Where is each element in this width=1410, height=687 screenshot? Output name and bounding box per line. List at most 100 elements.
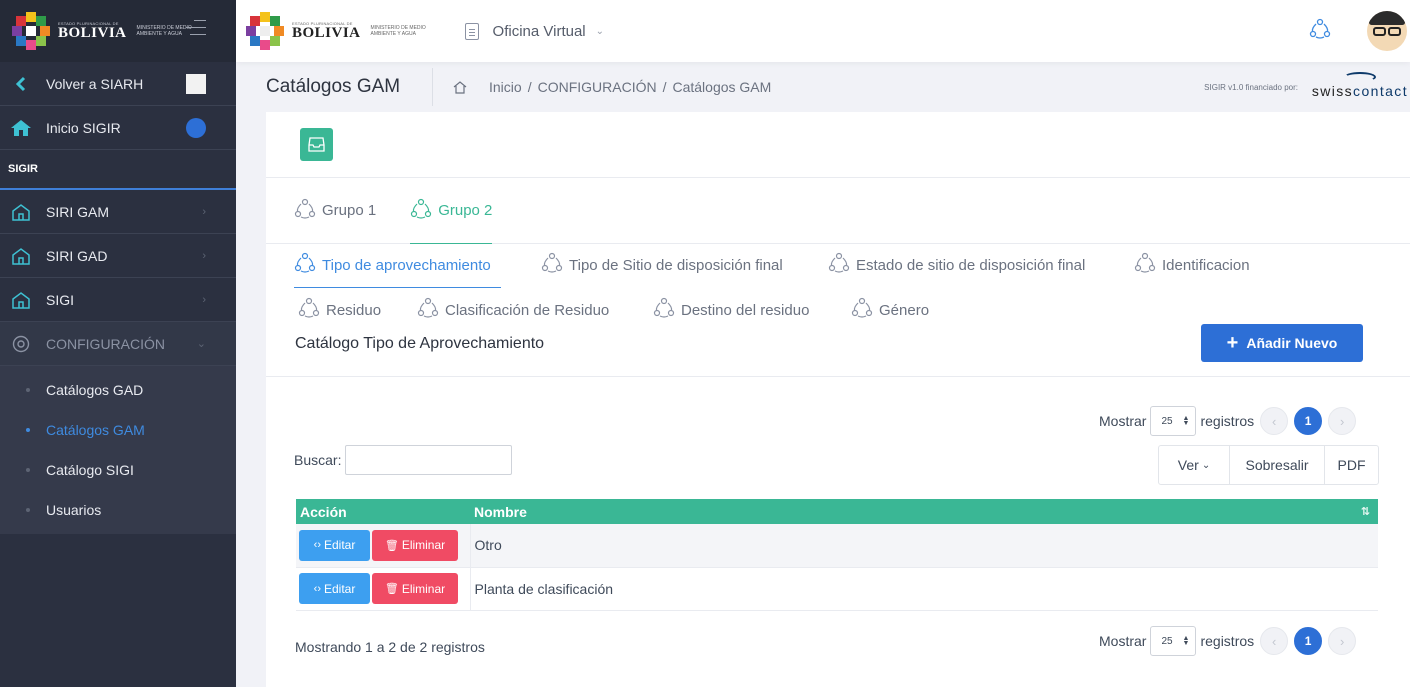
sidebar-item-label: SIRI GAD [46,247,108,264]
table-row: ‹› Editar 🗑 Eliminar Planta de clasificació… [296,567,1378,610]
sidebar-item-siri-gam[interactable]: SIRI GAM › [0,190,236,234]
sidebar-submenu: Catálogos GAD Catálogos GAM Catálogo SIG… [0,366,236,534]
divider [266,376,1410,377]
group-tabs: Grupo 1 Grupo 2 [266,178,1410,244]
breadcrumb-separator: / [662,79,667,95]
page-size-select[interactable]: 25 ▲ ▼ [1150,406,1197,436]
breadcrumb-inicio[interactable]: Inicio [489,79,522,95]
tab-grupo-2[interactable]: Grupo 2 [410,178,493,244]
subtab-destino-residuo[interactable]: Destino del residuo [653,297,810,323]
office-dropdown[interactable]: Oficina Virtual ⌄ [464,22,605,40]
share-icon [851,297,873,323]
sidebar-sub-usuarios[interactable]: Usuarios [0,490,236,530]
breadcrumb-separator: / [527,79,532,95]
search-input[interactable] [345,445,513,475]
sidebar-item-siri-gad[interactable]: SIRI GAD › [0,234,236,278]
chevron-right-icon: › [202,205,206,218]
bolivia-emblem-icon [246,12,284,50]
share-icon [653,297,675,323]
logo-ministry: MINISTERIO DE MEDIO AMBIENTE Y AGUA [370,25,426,37]
export-buttons: Ver ⌄ Sobresalir PDF [1158,445,1379,485]
next-page-button[interactable]: › [1328,627,1357,655]
page-title: Catálogos GAM [266,76,401,97]
prev-page-button[interactable]: ‹ [1260,407,1289,435]
page-1-button[interactable]: 1 [1294,407,1323,435]
house-outline-icon [10,289,32,311]
prev-page-button[interactable]: ‹ [1260,627,1289,655]
sidebar-item-sigi[interactable]: SIGI › [0,278,236,322]
tab-label: Grupo 2 [438,202,493,219]
status-dot [186,117,206,138]
share-icon [1134,252,1156,278]
edit-button[interactable]: ‹› Editar [299,573,370,604]
subtab-identificacion[interactable]: Identificacion [1134,252,1250,278]
chevron-down-icon: ⌄ [595,25,605,37]
sort-icon[interactable]: ⇅ [1361,505,1370,518]
topbar-logo: ESTADO PLURINACIONAL DE BOLIVIA MINISTER… [246,12,441,50]
subtab-residuo[interactable]: Residuo [298,297,381,322]
share-icon[interactable] [1309,18,1331,45]
chevron-right-icon: › [202,293,206,306]
table-row: ‹› Editar 🗑 Eliminar Otro [296,524,1378,567]
page-size-select[interactable]: 25 ▲ ▼ [1150,626,1197,656]
menu-toggle-icon[interactable] [186,20,206,41]
catalog-subtabs: Tipo de aprovechamiento Tipo de Sitio de… [266,244,1410,319]
square-toggle[interactable] [186,73,206,94]
sidebar-sub-catalogo-sigi[interactable]: Catálogo SIGI [0,450,236,490]
home-icon[interactable] [453,81,467,94]
code-icon: ‹› [313,539,321,552]
records-label: registros [1200,413,1255,429]
subtab-label: Estado de sitio de disposición final [856,256,1086,274]
logo-title: BOLIVIA [58,24,127,41]
sidebar-item-label: Volver a SIARH [46,75,144,92]
pdf-button[interactable]: PDF [1325,446,1378,484]
chevron-down-icon: ⌄ [196,338,206,350]
trash-icon: 🗑 [384,583,399,595]
add-new-label: Añadir Nuevo [1246,335,1338,351]
house-outline-icon [10,245,32,267]
delete-label: Eliminar [401,581,446,596]
sidebar-sub-catalogos-gad[interactable]: Catálogos GAD [0,370,236,410]
subtab-label: Destino del residuo [681,301,810,319]
divider [432,68,433,106]
avatar[interactable] [1367,11,1407,51]
column-header-nombre[interactable]: Nombre ⇅ [470,499,1378,524]
sponsor-text: swiss [1311,83,1354,99]
share-icon [294,252,316,278]
view-button[interactable]: Ver ⌄ [1159,446,1230,484]
gear-icon [10,333,32,355]
next-page-button[interactable]: › [1328,407,1357,435]
chevron-down-icon: ⌄ [1201,459,1211,471]
sort-updown-icon: ▲ ▼ [1182,635,1190,647]
sidebar-item-home[interactable]: Inicio SIGIR [0,106,236,150]
length-pagination-top: Mostrar 25 ▲ ▼ registros ‹ 1 › [1099,406,1357,436]
breadcrumb-configuracion[interactable]: CONFIGURACIÓN [538,79,657,95]
subtab-genero[interactable]: Género [851,297,930,323]
sidebar-sub-catalogos-gam[interactable]: Catálogos GAM [0,410,236,450]
view-label: Ver [1177,457,1199,473]
delete-button[interactable]: 🗑 Eliminar [372,529,458,561]
search-label: Buscar: [294,452,342,468]
delete-button[interactable]: 🗑 Eliminar [372,573,458,604]
add-new-button[interactable]: + Añadir Nuevo [1201,324,1363,362]
subtab-tipo-aprovechamiento[interactable]: Tipo de aprovechamiento [294,252,501,288]
page-1-button[interactable]: 1 [1294,627,1323,655]
chevron-left-icon [10,73,32,95]
subtab-tipo-sitio[interactable]: Tipo de Sitio de disposición final [541,252,783,277]
subtab-estado-sitio[interactable]: Estado de sitio de disposición final [828,252,1086,277]
sidebar-item-back[interactable]: Volver a SIARH [0,62,236,106]
sidebar-item-configuracion[interactable]: CONFIGURACIÓN ⌄ [0,322,236,366]
logo-title: BOLIVIA [292,24,361,41]
subtab-label: Tipo de Sitio de disposición final [569,256,783,274]
trash-icon: 🗑 [384,539,399,552]
subtab-clasificacion-residuo[interactable]: Clasificación de Residuo [417,297,609,322]
name-cell: Planta de clasificación [474,580,614,597]
page-header: Catálogos GAM Inicio / CONFIGURACIÓN / C… [266,62,1410,112]
catalog-card: Grupo 1 Grupo 2 Tipo de aprovechamiento … [266,112,1410,687]
excel-button[interactable]: Sobresalir [1230,446,1325,484]
length-pagination-bottom: Mostrar 25 ▲ ▼ registros ‹ 1 › [1099,626,1357,656]
edit-button[interactable]: ‹› Editar [299,529,370,561]
subtab-label: Género [879,301,930,319]
tab-grupo-1[interactable]: Grupo 1 [294,178,376,244]
records-label: registros [1200,633,1255,649]
